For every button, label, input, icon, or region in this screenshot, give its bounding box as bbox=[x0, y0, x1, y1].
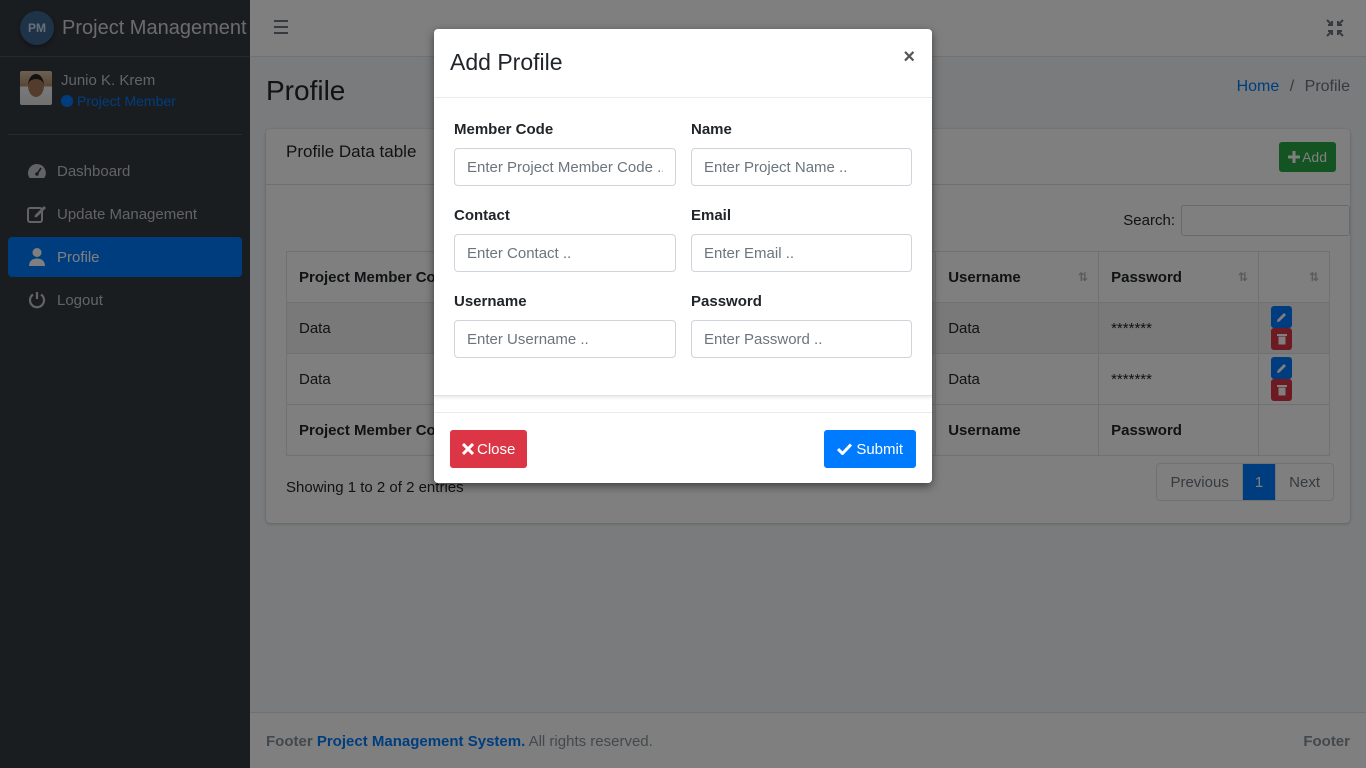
username-label: Username bbox=[454, 293, 527, 310]
member-code-group: Member Code bbox=[454, 121, 676, 186]
modal-body: Member Code Name Contact Email Username … bbox=[434, 98, 932, 396]
close-icon[interactable]: × bbox=[903, 46, 915, 69]
modal-header: Add Profile × bbox=[434, 29, 932, 98]
email-group: Email bbox=[691, 207, 912, 272]
name-label: Name bbox=[691, 121, 732, 138]
close-button-label: Close bbox=[477, 440, 516, 458]
name-input[interactable] bbox=[691, 148, 912, 186]
name-group: Name bbox=[691, 121, 912, 186]
modal-footer: Close Submit bbox=[434, 412, 932, 483]
member-code-input[interactable] bbox=[454, 148, 676, 186]
password-input[interactable] bbox=[691, 320, 912, 358]
add-profile-modal: Add Profile × Member Code Name Contact E… bbox=[434, 29, 932, 483]
contact-label: Contact bbox=[454, 207, 510, 224]
contact-group: Contact bbox=[454, 207, 676, 272]
times-icon bbox=[462, 443, 474, 455]
submit-button-label: Submit bbox=[856, 440, 903, 458]
submit-button[interactable]: Submit bbox=[824, 430, 916, 468]
username-group: Username bbox=[454, 293, 676, 358]
check-icon bbox=[837, 443, 853, 455]
close-button[interactable]: Close bbox=[450, 430, 528, 468]
password-group: Password bbox=[691, 293, 912, 358]
username-input[interactable] bbox=[454, 320, 676, 358]
password-label: Password bbox=[691, 293, 762, 310]
modal-title: Add Profile bbox=[450, 49, 563, 75]
contact-input[interactable] bbox=[454, 234, 676, 272]
email-input[interactable] bbox=[691, 234, 912, 272]
email-label: Email bbox=[691, 207, 732, 224]
member-code-label: Member Code bbox=[454, 121, 554, 138]
